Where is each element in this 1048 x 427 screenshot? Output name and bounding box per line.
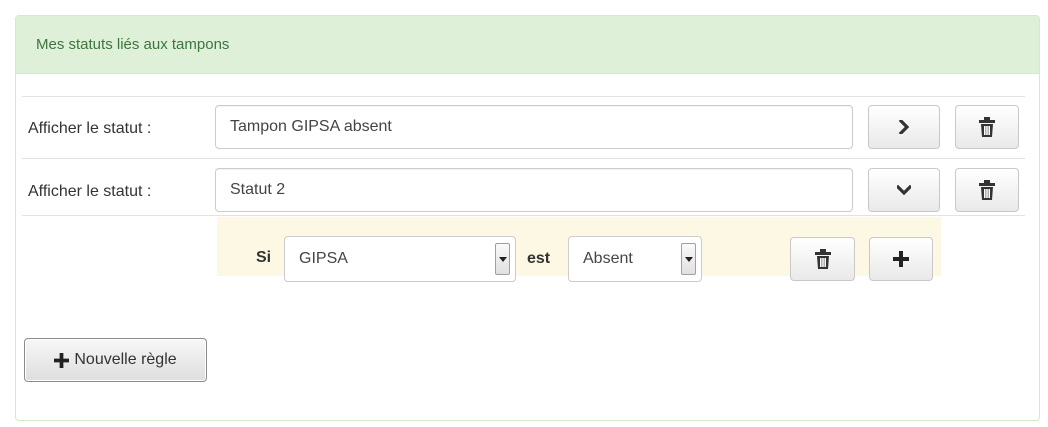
rule-is-label: est [527, 250, 551, 267]
divider [22, 215, 1025, 216]
new-rule-label: Nouvelle règle [74, 351, 177, 368]
panel-title: Mes statuts liés aux tampons [36, 36, 230, 53]
dropdown-arrow-icon[interactable] [681, 243, 696, 275]
row-label: Afficher le statut : [28, 120, 152, 137]
status-name-value: Tampon GIPSA absent [230, 118, 392, 135]
trash-icon [979, 180, 995, 200]
panel-heading: Mes statuts liés aux tampons [16, 16, 1039, 74]
plus-icon [893, 251, 909, 267]
trash-icon [814, 249, 831, 269]
rule-if-label: Si [256, 249, 272, 266]
stamp-select[interactable]: GIPSA [284, 236, 516, 282]
status-name-value: Statut 2 [230, 181, 286, 198]
divider [22, 158, 1025, 159]
collapse-button[interactable] [868, 168, 940, 212]
chevron-down-icon [897, 184, 911, 196]
status-name-input[interactable]: Statut 2 [215, 168, 853, 212]
status-name-input[interactable]: Tampon GIPSA absent [215, 105, 853, 149]
trash-icon [979, 117, 995, 137]
dropdown-arrow-icon[interactable] [495, 243, 510, 275]
add-condition-button[interactable] [869, 237, 933, 281]
row-label: Afficher le statut : [28, 183, 152, 200]
delete-rule-button[interactable] [790, 237, 855, 281]
state-select-value: Absent [583, 250, 633, 267]
chevron-right-icon [898, 120, 910, 134]
stamp-select-value: GIPSA [299, 250, 348, 267]
expand-button[interactable] [868, 105, 940, 149]
delete-status-button[interactable] [955, 168, 1019, 212]
divider [22, 96, 1025, 97]
plus-icon [54, 352, 70, 368]
delete-status-button[interactable] [955, 105, 1019, 149]
new-rule-button[interactable]: Nouvelle règle [24, 338, 207, 382]
state-select[interactable]: Absent [568, 236, 702, 282]
